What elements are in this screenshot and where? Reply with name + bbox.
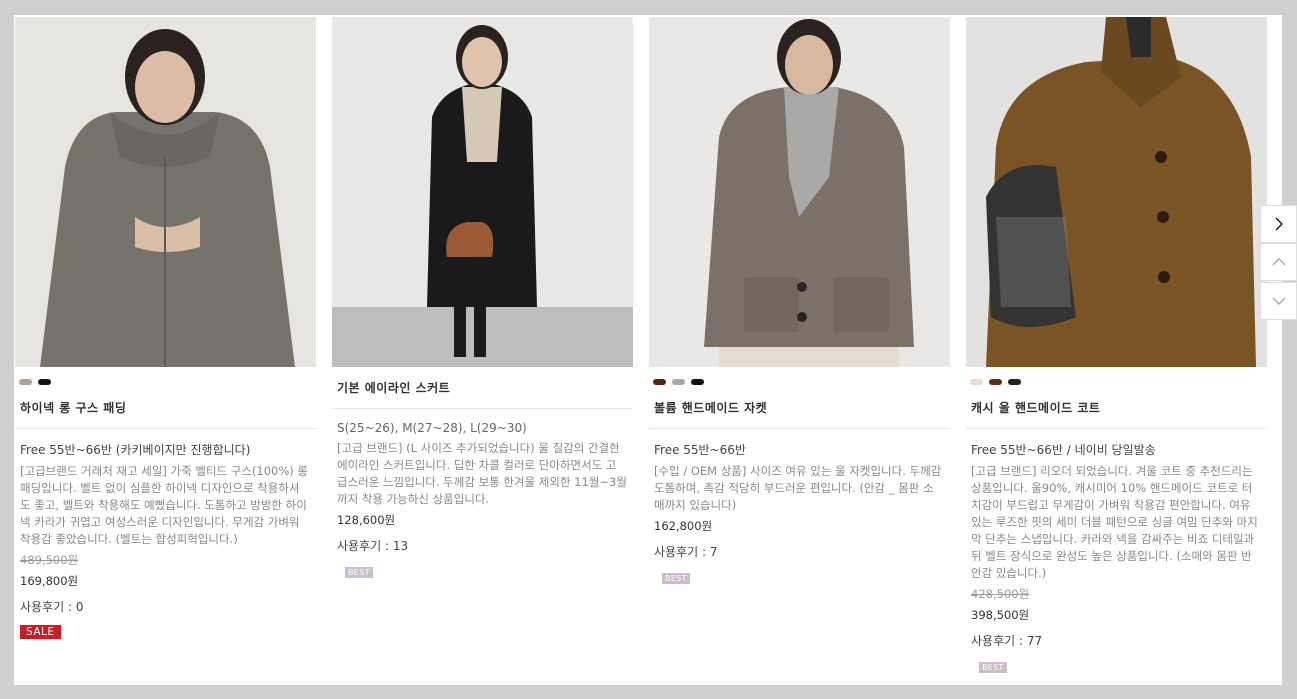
divider bbox=[966, 428, 1267, 429]
product-size: Free 55반~66반 (카키베이지만 진행합니다) bbox=[20, 443, 251, 457]
product-name[interactable]: 기본 에이라인 스커트 bbox=[332, 379, 633, 396]
product-size: Free 55반~66반 bbox=[654, 443, 746, 457]
sale-price: 398,500원 bbox=[971, 608, 1030, 622]
divider bbox=[15, 428, 316, 429]
scroll-down-button[interactable] bbox=[1260, 282, 1297, 320]
chevron-right-icon bbox=[1274, 217, 1283, 231]
best-badge: BEST bbox=[662, 573, 690, 584]
product-description: [고급브랜드 거래처 재고 세일] 가죽 벨티드 구스(100%) 롱 패딩입니… bbox=[20, 464, 309, 546]
price: 162,800원 bbox=[654, 519, 713, 533]
best-badge: BEST bbox=[345, 567, 373, 578]
color-swatch[interactable] bbox=[989, 379, 1002, 385]
product-image-skirt[interactable] bbox=[332, 17, 633, 367]
review-count: 사용후기 : 0 bbox=[20, 600, 84, 614]
product-card-skirt[interactable]: 기본 에이라인 스커트 S(25~26), M(27~28), L(29~30)… bbox=[332, 17, 633, 579]
original-price: 489,500원 bbox=[20, 553, 79, 567]
product-card-coat[interactable]: 캐시 울 핸드메이드 코트 Free 55반~66반 / 네이비 당일발송 [고… bbox=[966, 17, 1267, 674]
divider bbox=[332, 408, 633, 409]
scroll-up-button[interactable] bbox=[1260, 243, 1297, 281]
color-swatch[interactable] bbox=[19, 379, 32, 385]
color-swatch[interactable] bbox=[38, 379, 51, 385]
color-swatches bbox=[15, 367, 316, 393]
product-image-padding[interactable] bbox=[15, 17, 316, 367]
best-badge: BEST bbox=[979, 662, 1007, 673]
original-price: 428,500원 bbox=[971, 587, 1030, 601]
color-swatch[interactable] bbox=[691, 379, 704, 385]
review-count: 사용후기 : 77 bbox=[971, 634, 1043, 648]
product-name[interactable]: 하이넥 롱 구스 패딩 bbox=[15, 399, 316, 416]
review-count: 사용후기 : 13 bbox=[337, 539, 409, 553]
color-swatches bbox=[966, 367, 1267, 393]
product-name[interactable]: 캐시 울 핸드메이드 코트 bbox=[966, 399, 1267, 416]
color-swatch[interactable] bbox=[970, 379, 983, 385]
next-button[interactable] bbox=[1260, 205, 1297, 243]
product-card-jacket[interactable]: 볼륨 핸드메이드 자켓 Free 55반~66반 [수입 / OEM 상품] 사… bbox=[649, 17, 950, 585]
color-swatches bbox=[649, 367, 950, 393]
chevron-down-icon bbox=[1272, 297, 1285, 305]
product-description: [고급 브랜드] 리오더 되었습니다. 겨울 코트 중 추천드리는 상품입니다.… bbox=[971, 464, 1258, 580]
color-swatch[interactable] bbox=[1008, 379, 1021, 385]
price: 128,600원 bbox=[337, 513, 396, 527]
product-size: S(25~26), M(27~28), L(29~30) bbox=[337, 421, 527, 435]
chevron-up-icon bbox=[1272, 258, 1285, 266]
product-card-padding[interactable]: 하이넥 롱 구스 패딩 Free 55반~66반 (카키베이지만 진행합니다) … bbox=[15, 17, 316, 639]
sale-price: 169,800원 bbox=[20, 574, 79, 588]
sale-badge: SALE bbox=[20, 625, 61, 639]
product-grid: 하이넥 롱 구스 패딩 Free 55반~66반 (카키베이지만 진행합니다) … bbox=[14, 15, 1282, 685]
review-count: 사용후기 : 7 bbox=[654, 545, 718, 559]
product-name[interactable]: 볼륨 핸드메이드 자켓 bbox=[649, 399, 950, 416]
product-size: Free 55반~66반 / 네이비 당일발송 bbox=[971, 443, 1156, 457]
product-description: [수입 / OEM 상품] 사이즈 여유 있는 울 자켓입니다. 두께감 도톰하… bbox=[654, 464, 942, 512]
product-description: [고급 브랜드] (L 사이즈 추가되었습니다) 울 질감의 간결한 에이라인 … bbox=[337, 441, 627, 506]
divider bbox=[649, 428, 950, 429]
product-image-jacket[interactable] bbox=[649, 17, 950, 367]
product-image-coat[interactable] bbox=[966, 17, 1267, 367]
color-swatch[interactable] bbox=[653, 379, 666, 385]
color-swatch[interactable] bbox=[672, 379, 685, 385]
